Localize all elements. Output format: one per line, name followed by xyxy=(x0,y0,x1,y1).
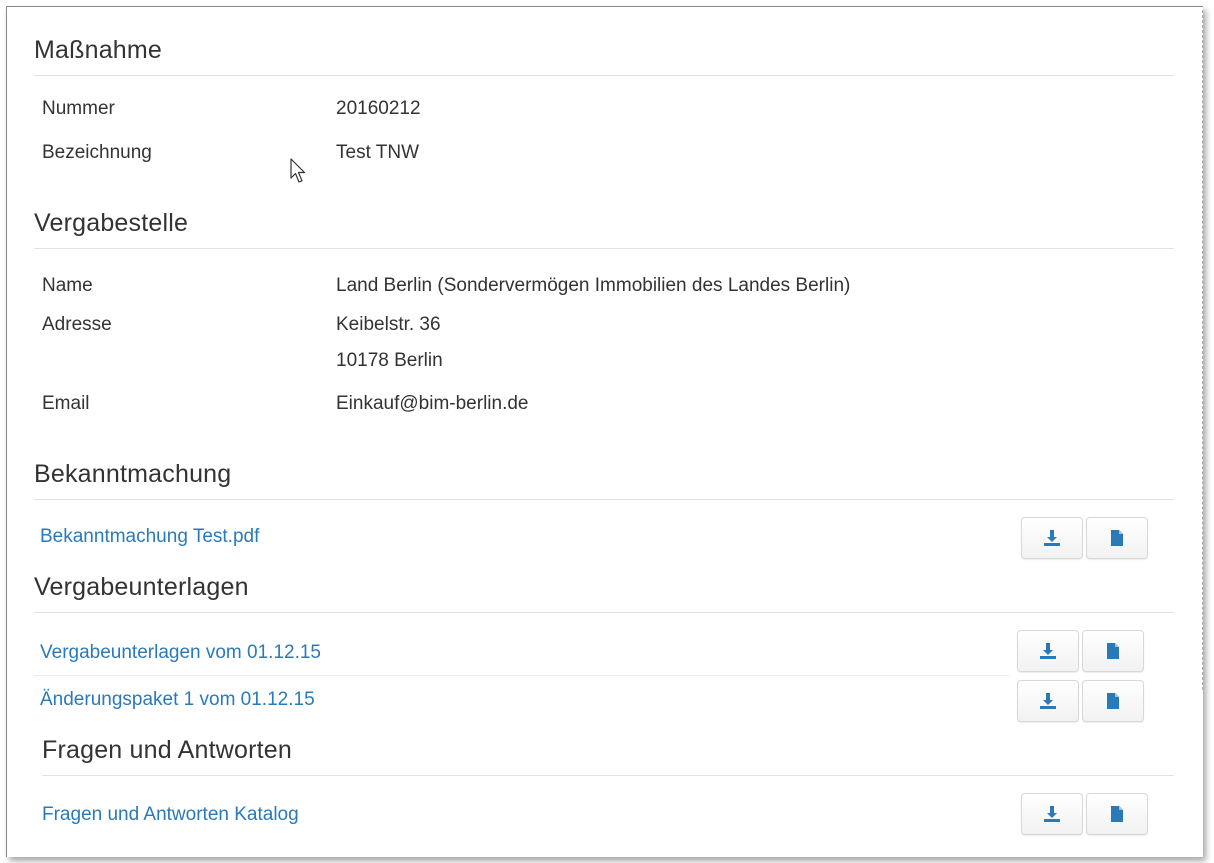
nummer-value: 20160212 xyxy=(336,98,421,119)
view-document-button[interactable] xyxy=(1086,517,1148,559)
document-icon xyxy=(1111,530,1123,546)
row-divider xyxy=(34,675,1009,676)
section-title-bekanntmachung: Bekanntmachung xyxy=(34,460,1174,500)
row-adresse-2: 10178 Berlin xyxy=(42,350,842,380)
section-title-fragen: Fragen und Antworten xyxy=(42,736,1174,776)
document-link[interactable]: Änderungspaket 1 vom 01.12.15 xyxy=(40,689,315,711)
document-actions xyxy=(1017,680,1144,722)
download-icon xyxy=(1044,806,1060,822)
download-button[interactable] xyxy=(1021,793,1083,835)
adresse-label: Adresse xyxy=(42,314,112,335)
section-title-vergabeunterlagen: Vergabeunterlagen xyxy=(34,573,1174,613)
adresse-line2: 10178 Berlin xyxy=(336,350,443,371)
document-actions xyxy=(1017,630,1144,672)
download-icon xyxy=(1044,530,1060,546)
mouse-cursor-icon xyxy=(290,158,306,183)
document-actions xyxy=(1021,517,1148,559)
name-label: Name xyxy=(42,275,93,296)
download-button[interactable] xyxy=(1017,630,1079,672)
adresse-line1: Keibelstr. 36 xyxy=(336,314,441,335)
section-vergabestelle: Vergabestelle xyxy=(34,209,1174,249)
document-icon xyxy=(1107,643,1119,659)
section-fragen-und-antworten: Fragen und Antworten xyxy=(42,736,1174,776)
document-link[interactable]: Bekanntmachung Test.pdf xyxy=(40,526,259,548)
section-massnahme: Maßnahme xyxy=(34,36,1174,76)
nummer-label: Nummer xyxy=(42,98,115,119)
email-value: Einkauf@bim-berlin.de xyxy=(336,393,529,414)
download-icon xyxy=(1040,643,1056,659)
row-name: Name Land Berlin (Sondervermögen Immobil… xyxy=(42,275,1042,305)
row-nummer: Nummer 20160212 xyxy=(42,98,842,128)
view-document-button[interactable] xyxy=(1086,793,1148,835)
row-bezeichnung: Bezeichnung Test TNW xyxy=(42,142,842,172)
name-value: Land Berlin (Sondervermögen Immobilien d… xyxy=(336,275,851,296)
download-button[interactable] xyxy=(1017,680,1079,722)
section-bekanntmachung: Bekanntmachung xyxy=(34,460,1174,500)
section-title-vergabestelle: Vergabestelle xyxy=(34,209,1174,249)
section-title-massnahme: Maßnahme xyxy=(34,36,1174,76)
bezeichnung-label: Bezeichnung xyxy=(42,142,152,163)
document-link[interactable]: Fragen und Antworten Katalog xyxy=(42,804,299,826)
section-vergabeunterlagen: Vergabeunterlagen xyxy=(34,573,1174,613)
document-icon xyxy=(1111,806,1123,822)
document-link[interactable]: Vergabeunterlagen vom 01.12.15 xyxy=(40,642,321,664)
download-button[interactable] xyxy=(1021,517,1083,559)
email-label: Email xyxy=(42,393,90,414)
panel-right-edge xyxy=(1202,10,1204,690)
row-adresse: Adresse Keibelstr. 36 xyxy=(42,314,842,344)
view-document-button[interactable] xyxy=(1082,630,1144,672)
view-document-button[interactable] xyxy=(1082,680,1144,722)
document-icon xyxy=(1107,693,1119,709)
row-email: Email Einkauf@bim-berlin.de xyxy=(42,393,842,423)
details-panel xyxy=(6,6,1203,857)
document-actions xyxy=(1021,793,1148,835)
bezeichnung-value: Test TNW xyxy=(336,142,420,163)
download-icon xyxy=(1040,693,1056,709)
